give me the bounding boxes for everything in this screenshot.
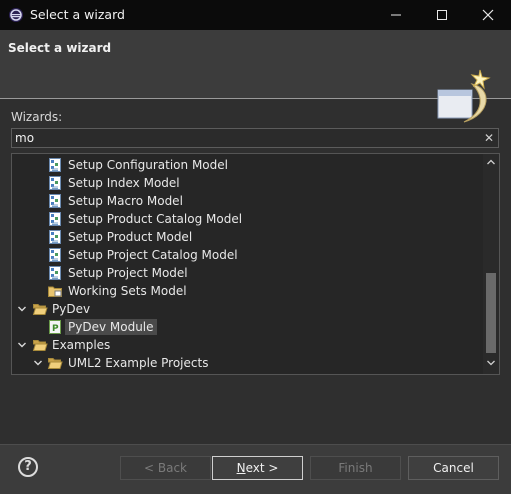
chevron-down-icon[interactable] (33, 358, 43, 368)
scrollbar-thumb[interactable] (486, 273, 496, 353)
next-label: ext > (245, 461, 279, 475)
clear-filter-icon[interactable]: ✕ (484, 131, 494, 145)
tree-item-label: Setup Product Model (68, 230, 193, 244)
svg-text:P: P (52, 324, 59, 334)
tree-item-working-sets-model[interactable]: Working Sets Model (12, 282, 482, 300)
tree-item-setup-index-model[interactable]: Setup Index Model (12, 174, 482, 192)
setup-model-icon (49, 266, 61, 280)
chevron-down-icon[interactable] (17, 340, 27, 350)
folder-icon (48, 286, 62, 297)
window-title: Select a wizard (30, 7, 125, 22)
setup-model-icon (49, 212, 61, 226)
tree-item-examples[interactable]: Examples (12, 336, 482, 354)
pydev-module-icon: P (49, 320, 61, 334)
tree-item-setup-project-catalog-model[interactable]: Setup Project Catalog Model (12, 246, 482, 264)
tree-item-label: Setup Index Model (68, 176, 180, 190)
page-title: Select a wizard (8, 41, 112, 55)
tree-item-label: Setup Macro Model (68, 194, 183, 208)
close-icon (482, 9, 494, 21)
tree-item-label: Setup Project Model (68, 266, 188, 280)
maximize-button[interactable] (419, 0, 465, 30)
tree-item-setup-macro-model[interactable]: Setup Macro Model (12, 192, 482, 210)
tree-item-setup-project-model[interactable]: Setup Project Model (12, 264, 482, 282)
tree-item-label: Examples (52, 338, 111, 352)
title-bar: Select a wizard (0, 0, 511, 30)
tree-scrollbar[interactable] (483, 154, 499, 374)
tree-item-label: UML2 Example Projects (68, 356, 209, 370)
setup-model-icon (49, 248, 61, 262)
folder-open-icon (47, 358, 63, 369)
next-button[interactable]: Next > (212, 456, 303, 480)
eclipse-icon (9, 8, 23, 22)
tree-item-pydev[interactable]: PyDev (12, 300, 482, 318)
chevron-down-icon[interactable] (17, 304, 27, 314)
tree-item-setup-product-model[interactable]: Setup Product Model (12, 228, 482, 246)
tree-item-uml2-example-projects[interactable]: UML2 Example Projects (12, 354, 482, 372)
filter-input[interactable] (15, 129, 475, 147)
next-mnemonic: N (236, 461, 246, 475)
tree-item-setup-configuration-model[interactable]: Setup Configuration Model (12, 156, 482, 174)
setup-model-icon (49, 194, 61, 208)
tree-item-pydev-module[interactable]: P PyDev Module (12, 318, 482, 336)
minimize-icon (391, 14, 401, 16)
tree-item-label: Setup Configuration Model (68, 158, 228, 172)
close-button[interactable] (465, 0, 511, 30)
wizard-banner-icon (437, 69, 491, 123)
finish-button[interactable]: Finish (310, 456, 401, 480)
wizards-label: Wizards: (11, 110, 63, 124)
cancel-button[interactable]: Cancel (408, 456, 499, 480)
wizard-tree[interactable]: Setup Configuration Model Setup Index Mo… (11, 153, 500, 375)
help-icon[interactable]: ? (18, 457, 38, 477)
chevron-down-icon[interactable] (486, 359, 496, 367)
tree-item-label: PyDev (52, 302, 91, 316)
chevron-up-icon[interactable] (486, 158, 496, 166)
setup-model-icon (49, 176, 61, 190)
folder-open-icon (32, 304, 48, 315)
setup-model-icon (49, 230, 61, 244)
tree-item-label: PyDev Module (65, 319, 157, 335)
setup-model-icon (49, 158, 61, 172)
folder-open-icon (32, 340, 48, 351)
button-bar: ? < Back Next > Finish Cancel (0, 444, 511, 494)
tree-item-label: Setup Project Catalog Model (68, 248, 238, 262)
maximize-icon (437, 10, 447, 20)
tree-item-label: Working Sets Model (68, 284, 187, 298)
tree-item-label: Setup Product Catalog Model (68, 212, 243, 226)
tree-item-setup-product-catalog-model[interactable]: Setup Product Catalog Model (12, 210, 482, 228)
back-button[interactable]: < Back (120, 456, 211, 480)
filter-field[interactable]: ✕ (11, 128, 499, 148)
wizard-header: Select a wizard (0, 30, 511, 123)
minimize-button[interactable] (373, 0, 419, 30)
